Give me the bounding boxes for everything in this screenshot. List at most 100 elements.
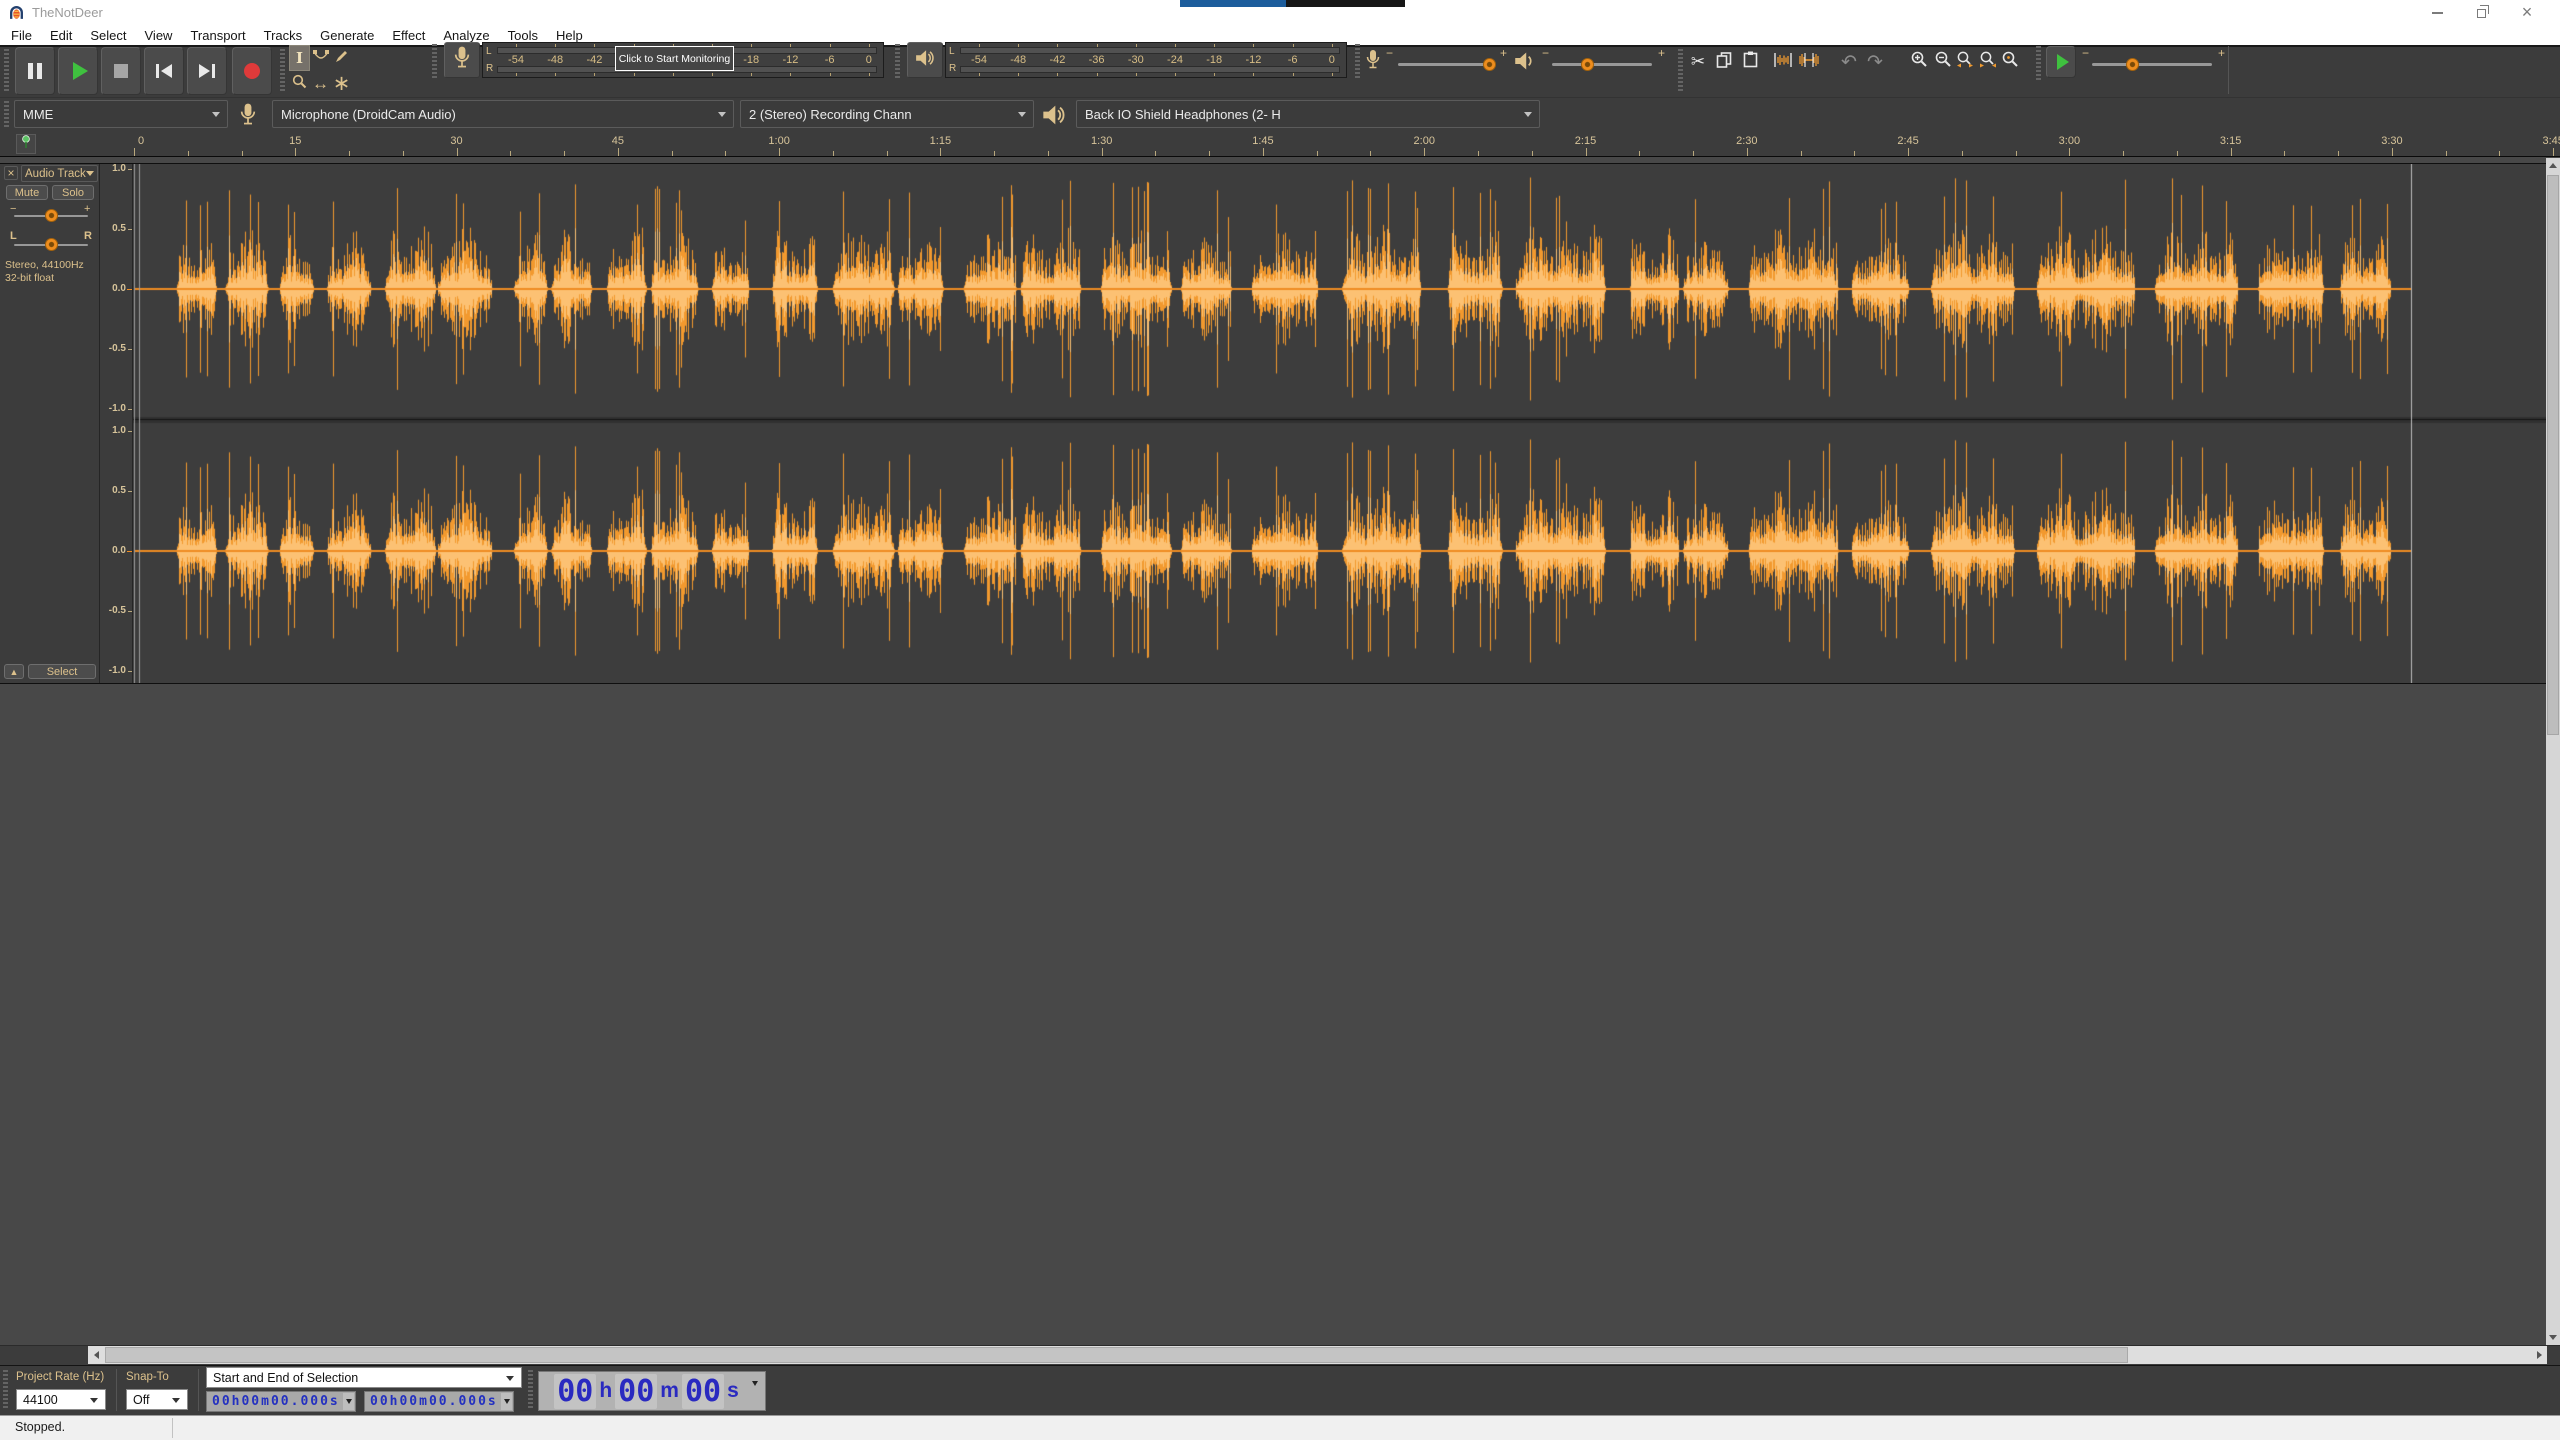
menu-transport[interactable]: Transport <box>181 27 254 44</box>
meter-bar-left <box>960 47 1340 54</box>
waveform-canvas[interactable] <box>133 164 2546 683</box>
play-button[interactable] <box>58 47 98 95</box>
mixer-toolbar-grip[interactable] <box>1355 44 1360 78</box>
playback-device-icon <box>1042 104 1066 131</box>
audio-host-select[interactable]: MME <box>14 100 228 128</box>
playback-volume-knob[interactable] <box>1581 58 1594 71</box>
timeline-tick <box>1370 151 1371 156</box>
audio-position-display[interactable]: 00h00m00s <box>538 1371 766 1411</box>
arrow-down-icon <box>2549 1335 2557 1340</box>
stop-button[interactable] <box>101 47 141 95</box>
menu-generate[interactable]: Generate <box>311 27 383 44</box>
field-dropdown[interactable] <box>343 1393 354 1410</box>
speed-slider[interactable] <box>2092 63 2212 66</box>
play-meter-speaker-button[interactable] <box>907 42 943 78</box>
snap-to-select[interactable]: Off <box>126 1389 188 1410</box>
v-scroll-down-arrow[interactable] <box>2546 1330 2560 1345</box>
vertical-scale-ruler[interactable]: 1.00.50.0-0.5-1.01.00.50.0-0.5-1.0 <box>100 164 133 683</box>
pin-button[interactable] <box>16 134 36 154</box>
record-meter-mic-button[interactable] <box>444 42 480 78</box>
pause-button[interactable] <box>15 47 55 95</box>
track-select-button[interactable]: Select <box>28 664 96 679</box>
bigtime-dropdown[interactable] <box>752 1386 758 1404</box>
menu-edit[interactable]: Edit <box>41 27 81 44</box>
v-scrollbar[interactable] <box>2546 158 2560 1345</box>
recording-device-select[interactable]: Microphone (DroidCam Audio) <box>272 100 734 128</box>
mute-button[interactable]: Mute <box>6 185 48 200</box>
zoom-toggle-button[interactable] <box>1997 49 2023 75</box>
draw-tool-button[interactable] <box>331 45 352 71</box>
menu-effect[interactable]: Effect <box>383 27 434 44</box>
minimize-button[interactable] <box>2420 3 2454 23</box>
speed-knob[interactable] <box>2126 58 2139 71</box>
playback-meter[interactable]: LR-54-48-42-36-30-24-18-12-60 <box>945 42 1347 78</box>
snap-to-value: Off <box>133 1393 149 1407</box>
record-volume-slider[interactable] <box>1398 63 1494 66</box>
h-scroll-thumb[interactable] <box>105 1347 2128 1363</box>
monitoring-tooltip[interactable]: Click to Start Monitoring <box>615 46 734 71</box>
menu-view[interactable]: View <box>136 27 182 44</box>
menu-select[interactable]: Select <box>81 27 135 44</box>
timeline-tick <box>887 151 888 156</box>
cut-button[interactable]: ✂ <box>1685 49 1711 75</box>
record-button[interactable] <box>232 47 272 95</box>
selection-end-field[interactable]: 00h00m00.000s <box>364 1391 514 1412</box>
transport-toolbar-grip[interactable] <box>4 49 9 93</box>
recording-channels-select[interactable]: 2 (Stereo) Recording Chann <box>740 100 1034 128</box>
menu-file[interactable]: File <box>2 27 41 44</box>
restore-button[interactable] <box>2464 3 2498 23</box>
gain-knob[interactable] <box>45 209 58 222</box>
field-dropdown[interactable] <box>501 1393 512 1410</box>
menu-tracks[interactable]: Tracks <box>255 27 312 44</box>
undo-button[interactable]: ↶ <box>1836 49 1862 75</box>
redo-button[interactable]: ↷ <box>1862 49 1888 75</box>
collapse-track-button[interactable]: ▲ <box>4 664 24 679</box>
pan-knob[interactable] <box>45 238 58 251</box>
close-button[interactable]: × <box>2508 1 2546 23</box>
envelope-tool-button[interactable] <box>310 45 331 71</box>
copy-button[interactable] <box>1711 49 1737 75</box>
play-at-speed-grip[interactable] <box>2036 46 2041 80</box>
timeline-ruler[interactable]: 01530451:001:151:301:452:002:152:302:453… <box>0 131 2560 157</box>
solo-button[interactable]: Solo <box>52 185 94 200</box>
h-scroll-right-arrow[interactable] <box>2531 1346 2547 1364</box>
selection-toolbar-grip[interactable] <box>3 1370 8 1410</box>
top-strip-blue <box>1180 0 1286 7</box>
h-scrollbar[interactable] <box>88 1346 2547 1364</box>
selection-start-field[interactable]: 00h00m00.000s <box>206 1391 356 1412</box>
record-meter-grip[interactable] <box>432 44 437 78</box>
play-meter-grip[interactable] <box>895 44 900 78</box>
trim-outside-selection-button[interactable] <box>1770 49 1796 75</box>
collapse-icon: ▲ <box>10 667 19 677</box>
time-shift-tool-button[interactable]: ↔ <box>310 71 331 97</box>
selection-tool-button[interactable]: I <box>289 45 310 71</box>
meter-tick <box>1097 44 1098 47</box>
playback-volume-slider[interactable] <box>1552 63 1652 66</box>
meter-scale-value: -30 <box>1128 54 1144 66</box>
timeline-label: 15 <box>289 135 301 147</box>
project-rate-select[interactable]: 44100 <box>16 1389 106 1410</box>
tools-toolbar-grip[interactable] <box>280 49 285 93</box>
selection-mode-select[interactable]: Start and End of Selection <box>206 1367 522 1388</box>
skip-to-end-button[interactable] <box>187 47 227 95</box>
play-at-speed-button[interactable] <box>2046 46 2076 78</box>
v-scroll-up-arrow[interactable] <box>2546 158 2560 173</box>
v-scroll-thumb[interactable] <box>2547 175 2559 735</box>
zoom-tool-button[interactable] <box>289 71 310 97</box>
time-toolbar-grip[interactable] <box>528 1370 533 1410</box>
toolbar-end-divider <box>2228 46 2229 94</box>
skip-to-start-button[interactable] <box>144 47 184 95</box>
track-close-button[interactable]: × <box>4 166 18 180</box>
timeline-label: 3:45 <box>2542 135 2560 147</box>
zoom-in-button[interactable] <box>1906 49 1932 75</box>
playback-device-select[interactable]: Back IO Shield Headphones (2- H <box>1076 100 1540 128</box>
record-volume-knob[interactable] <box>1483 58 1496 71</box>
paste-button[interactable] <box>1737 49 1763 75</box>
h-scroll-left-arrow[interactable] <box>88 1346 104 1364</box>
device-toolbar-grip[interactable] <box>4 101 9 127</box>
multi-tool-button[interactable]: ∗ <box>331 71 352 97</box>
edit-toolbar-grip[interactable] <box>1678 49 1683 93</box>
silence-selection-button[interactable] <box>1796 49 1822 75</box>
track-title-menu[interactable]: Audio Track <box>21 165 98 182</box>
scale-label: 0.0 <box>100 283 126 294</box>
